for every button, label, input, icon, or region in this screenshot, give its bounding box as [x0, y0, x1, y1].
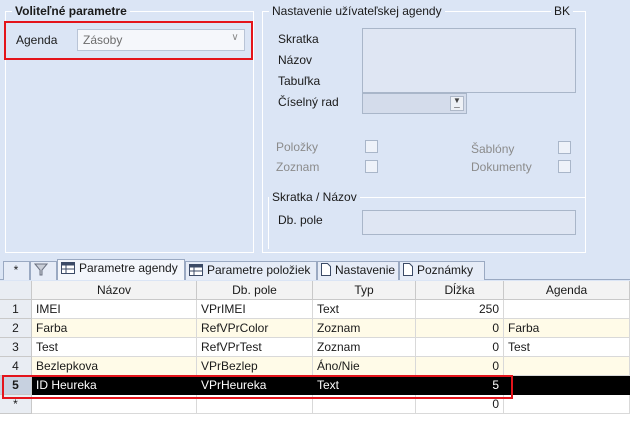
cell-dlzka[interactable]: 250 — [416, 300, 504, 319]
cell-dlzka[interactable]: 0 — [416, 338, 504, 357]
user-agenda-title: Nastavenie užívateľskej agendy — [269, 4, 445, 18]
tab-bar: * Parametre agendy Parametre položiek Na… — [0, 259, 630, 280]
dokumenty-checkbox[interactable] — [558, 160, 571, 173]
cell-dlzka[interactable]: 0 — [416, 319, 504, 338]
table-row[interactable]: 2 Farba RefVPrColor Zoznam 0 Farba — [0, 319, 630, 338]
document-icon — [403, 263, 413, 276]
column-header-dlzka[interactable]: Dĺžka — [416, 281, 504, 300]
agenda-label: Agenda — [16, 33, 58, 47]
cell-db-pole[interactable]: RefVPrTest — [197, 338, 313, 357]
field-label-nazov: Názov — [278, 53, 313, 67]
agenda-combobox-value: Zásoby — [83, 33, 123, 47]
column-header-nazov[interactable]: Názov — [32, 281, 197, 300]
cell-agenda[interactable]: Farba — [504, 319, 630, 338]
tab-parametre-agendy-label: Parametre agendy — [79, 261, 178, 275]
selected-row-highlight — [2, 375, 513, 399]
cell-agenda[interactable] — [504, 357, 630, 376]
db-pole-label: Db. pole — [278, 213, 323, 227]
field-label-tabulka: Tabuľka — [278, 74, 321, 88]
cell-nazov[interactable]: Bezlepkova — [32, 357, 197, 376]
field-label-skratka: Skratka — [278, 32, 319, 46]
tab-nastavenie-label: Nastavenie — [335, 263, 396, 277]
ciselny-rad-field[interactable]: ▼ ─ — [362, 93, 467, 114]
params-grid[interactable]: Názov Db. pole Typ Dĺžka Agenda 1 IMEI V… — [0, 281, 630, 426]
column-header-db-pole[interactable]: Db. pole — [197, 281, 313, 300]
grid-corner — [0, 281, 32, 300]
tab-parametre-poloziek[interactable]: Parametre položiek — [185, 261, 317, 280]
row-number[interactable]: 3 — [0, 338, 32, 357]
cell-typ[interactable]: Zoznam — [313, 319, 416, 338]
tab-poznamky[interactable]: Poznámky — [399, 261, 485, 280]
column-header-typ[interactable]: Typ — [313, 281, 416, 300]
cell-agenda[interactable] — [504, 300, 630, 319]
sablony-checkbox[interactable] — [558, 141, 571, 154]
row-number[interactable]: 1 — [0, 300, 32, 319]
tab-poznamky-label: Poznámky — [417, 263, 474, 277]
cell-db-pole[interactable]: RefVPrColor — [197, 319, 313, 338]
db-pole-field[interactable] — [362, 210, 576, 235]
user-agenda-code: BK — [551, 4, 574, 18]
agenda-combobox[interactable]: Zásoby ∨ — [77, 29, 245, 51]
row-number[interactable]: 4 — [0, 357, 32, 376]
cell-dlzka[interactable]: 0 — [416, 357, 504, 376]
check-label-dokumenty: Dokumenty — [471, 160, 532, 174]
document-icon — [321, 263, 331, 276]
star-icon: * — [13, 263, 19, 277]
filter-icon — [34, 263, 48, 276]
cell-typ[interactable]: Zoznam — [313, 338, 416, 357]
cell-nazov[interactable]: IMEI — [32, 300, 197, 319]
cell-db-pole[interactable]: VPrBezlep — [197, 357, 313, 376]
cell-agenda[interactable] — [504, 395, 630, 414]
cell-typ[interactable]: Text — [313, 300, 416, 319]
check-label-polozky: Položky — [276, 140, 319, 154]
check-label-zoznam: Zoznam — [276, 160, 320, 174]
zoznam-checkbox[interactable] — [365, 160, 378, 173]
field-label-ciselny-rad: Číselný rad — [278, 95, 339, 109]
dropdown-button-icon[interactable]: ▼ ─ — [450, 96, 464, 112]
cell-db-pole[interactable]: VPrIMEI — [197, 300, 313, 319]
table-row[interactable]: 4 Bezlepkova VPrBezlep Áno/Nie 0 — [0, 357, 630, 376]
optional-params-title: Voliteľné parametre — [12, 4, 130, 18]
table-row[interactable]: 1 IMEI VPrIMEI Text 250 — [0, 300, 630, 319]
cell-nazov[interactable]: Farba — [32, 319, 197, 338]
short-name-title: Skratka / Názov — [269, 190, 360, 204]
tab-parametre-agendy[interactable]: Parametre agendy — [57, 259, 185, 280]
chevron-down-icon[interactable]: ∨ — [229, 32, 241, 43]
tab-parametre-poloziek-label: Parametre položiek — [207, 263, 311, 277]
polozky-checkbox[interactable] — [365, 140, 378, 153]
column-header-agenda[interactable]: Agenda — [504, 281, 630, 300]
grid-icon — [189, 264, 203, 276]
grid-icon — [61, 262, 75, 274]
cell-agenda[interactable] — [504, 376, 630, 395]
tab-nastavenie[interactable]: Nastavenie — [317, 261, 399, 280]
row-number[interactable]: 2 — [0, 319, 32, 338]
check-label-sablony: Šablóny — [471, 142, 515, 156]
tab-star[interactable]: * — [3, 261, 30, 280]
table-row[interactable]: 3 Test RefVPrTest Zoznam 0 Test — [0, 338, 630, 357]
tab-filter[interactable] — [30, 261, 57, 280]
cell-nazov[interactable]: Test — [32, 338, 197, 357]
agenda-info-panel — [362, 28, 576, 93]
cell-agenda[interactable]: Test — [504, 338, 630, 357]
cell-typ[interactable]: Áno/Nie — [313, 357, 416, 376]
